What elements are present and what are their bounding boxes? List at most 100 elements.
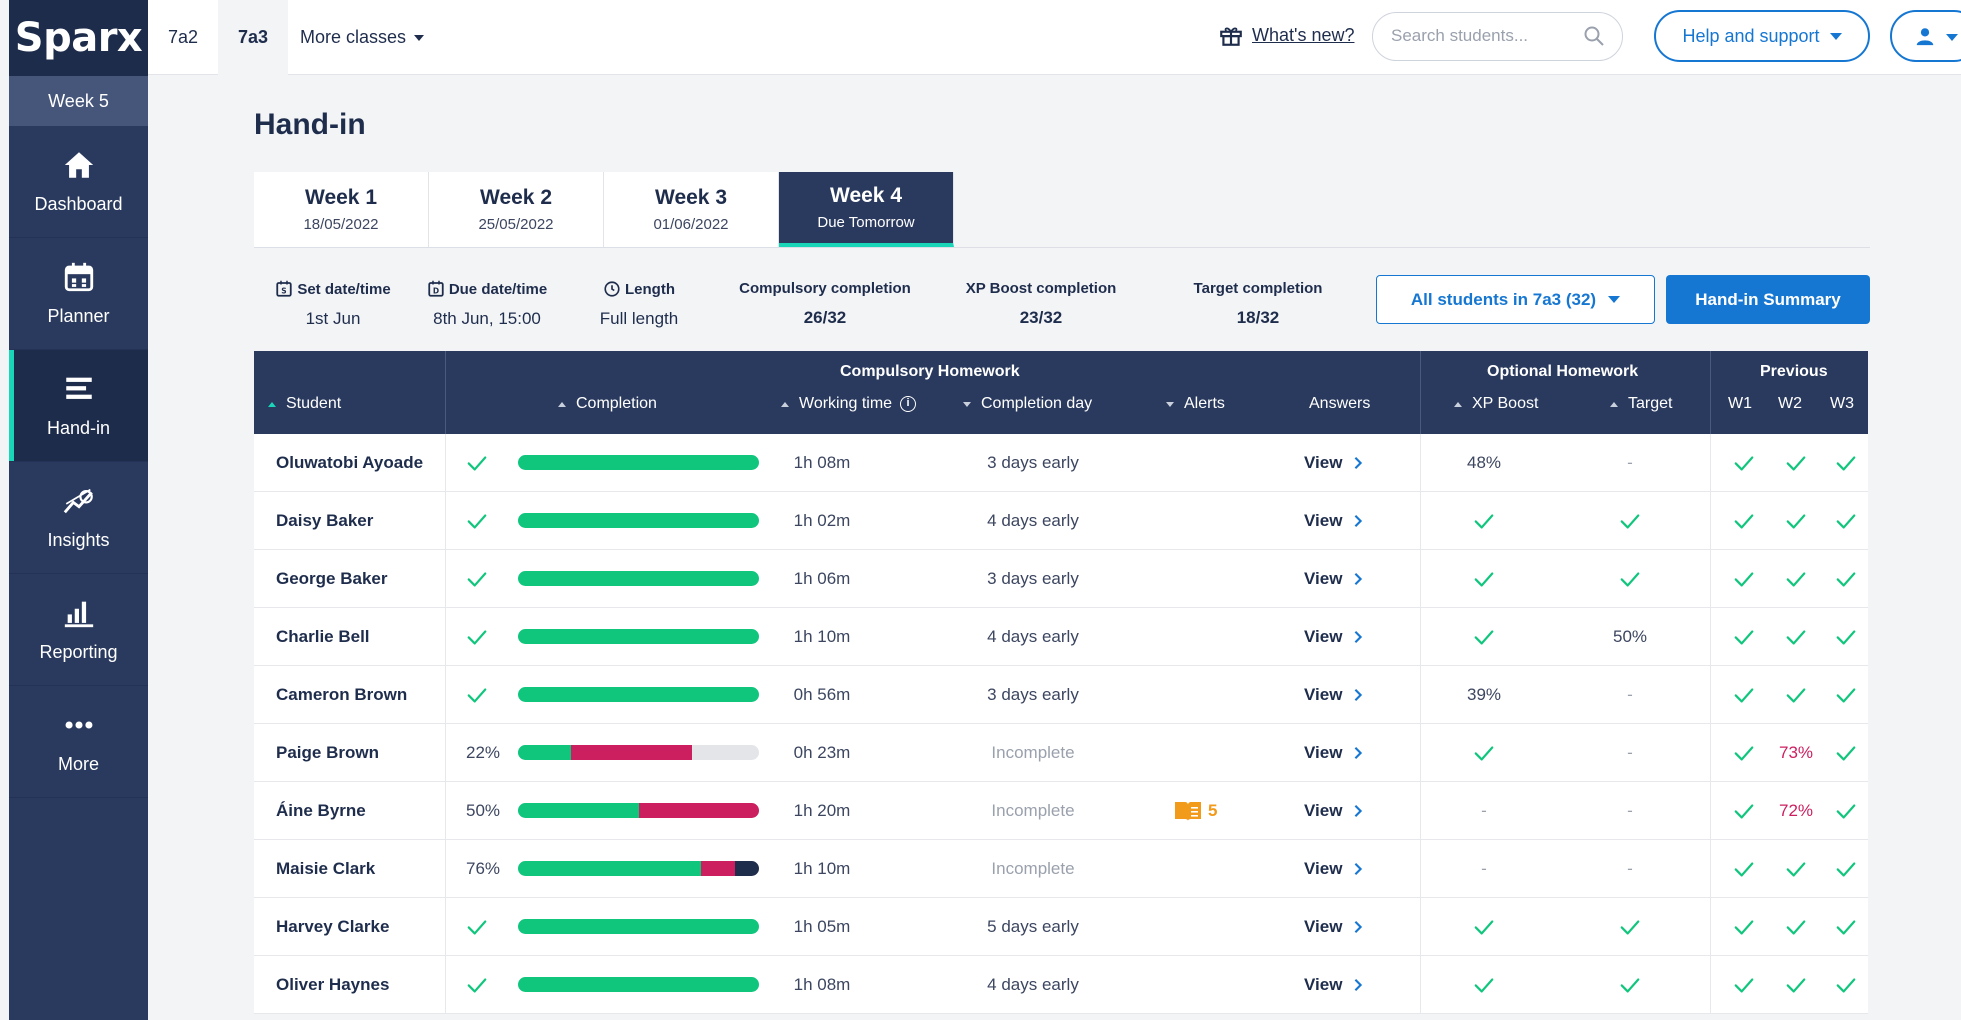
nav-item-reporting[interactable]: Reporting <box>9 574 148 686</box>
week-tab-date: 18/05/2022 <box>303 216 379 233</box>
view-answers-link[interactable]: View <box>1304 956 1364 1014</box>
view-answers-link[interactable]: View <box>1304 840 1364 898</box>
student-name[interactable]: Oluwatobi Ayoade <box>276 434 423 492</box>
chevron-right-icon <box>1355 805 1363 817</box>
student-name[interactable]: Cameron Brown <box>276 666 407 724</box>
check-icon <box>1734 456 1754 471</box>
search-icon[interactable] <box>1582 24 1606 48</box>
check-icon <box>1734 978 1754 993</box>
check-icon <box>1734 630 1754 645</box>
more-dots-icon <box>65 721 92 729</box>
view-answers-link[interactable]: View <box>1304 608 1364 666</box>
help-and-support-button[interactable]: Help and support <box>1654 10 1870 62</box>
check-icon <box>467 978 487 993</box>
view-answers-link[interactable]: View <box>1304 434 1364 492</box>
student-name[interactable]: Oliver Haynes <box>276 956 389 1014</box>
check-icon <box>1836 746 1856 761</box>
column-working-time[interactable]: Working time i <box>781 395 917 413</box>
nav-item-dashboard[interactable]: Dashboard <box>9 126 148 238</box>
bar-incorrect <box>638 803 759 818</box>
student-name[interactable]: Paige Brown <box>276 724 379 782</box>
student-name[interactable]: Áine Byrne <box>276 782 366 840</box>
check-icon <box>1474 572 1494 587</box>
column-completion-day[interactable]: Completion day <box>963 395 1092 413</box>
hand-in-summary-button[interactable]: Hand-in Summary <box>1666 275 1870 324</box>
alert-badge[interactable]: 5 <box>1174 782 1217 840</box>
tab-week-1[interactable]: Week 1 18/05/2022 <box>254 172 429 247</box>
student-name[interactable]: George Baker <box>276 550 388 608</box>
week-tabs: Week 1 18/05/2022 Week 2 25/05/2022 Week… <box>254 172 954 247</box>
check-icon <box>1836 456 1856 471</box>
column-alerts[interactable]: Alerts <box>1166 395 1225 413</box>
view-label: View <box>1304 685 1343 704</box>
w2-score: 72% <box>1778 801 1814 820</box>
target: 50% <box>1612 627 1648 646</box>
check-icon <box>1836 572 1856 587</box>
xp-boost-completion-value: 23/32 <box>1019 308 1063 327</box>
check-icon <box>467 456 487 471</box>
w1-score-check <box>1724 434 1764 492</box>
target: - <box>1627 685 1633 704</box>
view-answers-link[interactable]: View <box>1304 666 1364 724</box>
info-icon[interactable]: i <box>900 396 917 412</box>
class-tab-7a2[interactable]: 7a2 <box>168 0 218 75</box>
view-label: View <box>1304 975 1343 994</box>
student-search[interactable] <box>1372 12 1623 61</box>
completion-day: 4 days early <box>987 511 1079 530</box>
bar-correct <box>518 513 759 528</box>
tab-week-2[interactable]: Week 2 25/05/2022 <box>429 172 604 247</box>
sort-desc-icon <box>1166 401 1174 407</box>
sort-icon <box>558 401 566 407</box>
insights-icon <box>63 488 93 514</box>
nav-item-insights[interactable]: Insights <box>9 462 148 574</box>
alert-count: 5 <box>1208 801 1218 820</box>
student-name[interactable]: Harvey Clarke <box>276 898 389 956</box>
compulsory-completion-value: 26/32 <box>803 308 847 327</box>
nav-item-hand-in[interactable]: Hand-in <box>9 350 148 462</box>
more-classes-dropdown[interactable]: More classes <box>300 0 425 75</box>
user-menu-button[interactable] <box>1890 10 1961 62</box>
home-icon <box>64 152 93 178</box>
class-tab-7a3[interactable]: 7a3 <box>218 0 288 75</box>
completion-day: Incomplete <box>991 801 1075 820</box>
nav-item-more[interactable]: More <box>9 686 148 798</box>
check-icon <box>1786 456 1806 471</box>
view-answers-link[interactable]: View <box>1304 724 1364 782</box>
view-answers-link[interactable]: View <box>1304 782 1364 840</box>
set-date-info: S Set date/time 1st Jun <box>266 280 400 329</box>
week-tab-title: Week 1 <box>305 186 377 209</box>
column-xp-boost[interactable]: XP Boost <box>1454 395 1538 413</box>
students-filter-dropdown[interactable]: All students in 7a3 (32) <box>1376 275 1655 324</box>
column-completion[interactable]: Completion <box>558 395 657 413</box>
xp-boost-completion-info: XP Boost completion 23/32 <box>956 280 1126 328</box>
student-name[interactable]: Daisy Baker <box>276 492 373 550</box>
tab-week-3[interactable]: Week 3 01/06/2022 <box>604 172 779 247</box>
completion-progress-bar <box>518 687 759 702</box>
check-icon <box>1836 514 1856 529</box>
book-alert-icon <box>1175 802 1201 821</box>
check-icon <box>1734 572 1754 587</box>
w3-score-check <box>1826 840 1866 898</box>
column-target[interactable]: Target <box>1610 395 1672 413</box>
student-name[interactable]: Maisie Clark <box>276 840 375 898</box>
student-name[interactable]: Charlie Bell <box>276 608 370 666</box>
nav-label: More <box>57 754 99 774</box>
w3-score-check <box>1826 782 1866 840</box>
table-row: Áine Byrne 50% 1h 20m Incomplete 5 View - - 72% <box>254 782 1868 840</box>
view-answers-link[interactable]: View <box>1304 898 1364 956</box>
tab-week-4[interactable]: Week 4 Due Tomorrow <box>779 172 954 247</box>
nav-item-planner[interactable]: Planner <box>9 238 148 350</box>
working-time: 1h 20m <box>793 801 851 820</box>
check-icon <box>1734 688 1754 703</box>
column-student[interactable]: Student <box>268 395 341 413</box>
whats-new-link[interactable]: What's new? <box>1218 22 1354 48</box>
view-answers-link[interactable]: View <box>1304 550 1364 608</box>
view-answers-link[interactable]: View <box>1304 492 1364 550</box>
search-input[interactable] <box>1391 26 1576 46</box>
w1-score-check <box>1724 666 1764 724</box>
sparx-logo[interactable]: Sparx <box>15 15 143 61</box>
w3-score-check <box>1826 492 1866 550</box>
week-tab-date: 25/05/2022 <box>478 216 554 233</box>
check-icon <box>467 572 487 587</box>
w3-score-check <box>1826 666 1866 724</box>
